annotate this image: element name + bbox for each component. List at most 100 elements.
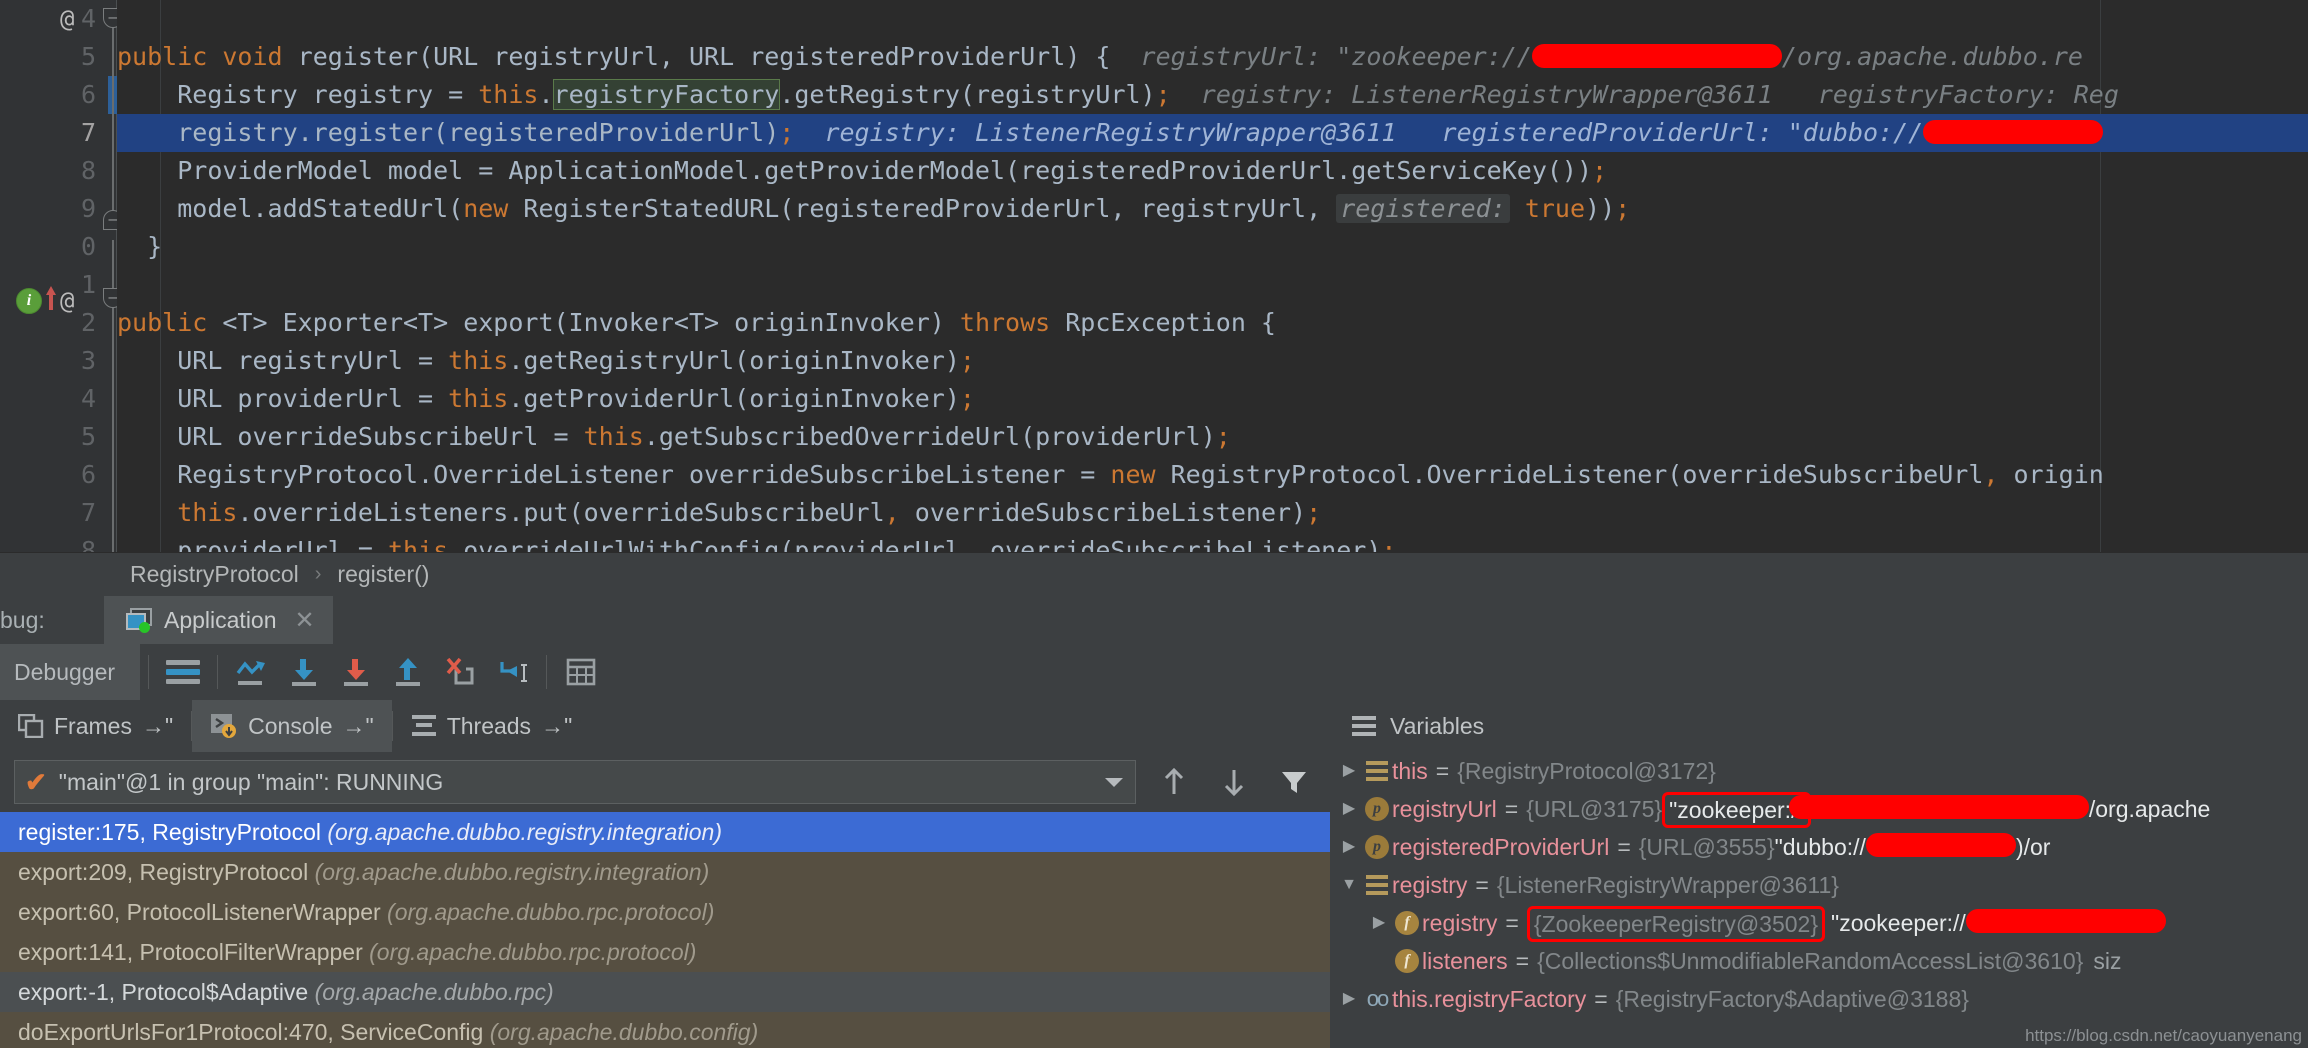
variable-type: {URL@3175}	[1526, 796, 1663, 822]
show-execution-point-icon[interactable]	[157, 644, 209, 700]
tab-threads[interactable]: Threads →"	[393, 700, 591, 752]
selected-identifier: registryFactory	[552, 79, 781, 110]
arrow-up-icon[interactable]	[1152, 760, 1196, 804]
frame-method: doExportUrlsFor1Protocol:470, ServiceCon…	[18, 1019, 484, 1045]
frame-package: (org.apache.dubbo.config)	[489, 1019, 759, 1045]
variable-name: registry	[1422, 910, 1498, 936]
expand-triangle-icon[interactable]: ▶	[1366, 904, 1392, 942]
pin-icon[interactable]: →"	[541, 713, 572, 740]
code-text-area[interactable]: public void register(URL registryUrl, UR…	[117, 0, 2308, 552]
frame-list-item[interactable]: export:141, ProtocolFilterWrapper (org.a…	[0, 932, 1330, 972]
line-number: 1	[80, 270, 96, 299]
variable-row[interactable]: ▼ registry = {ListenerRegistryWrapper@36…	[1330, 866, 2308, 904]
variable-value: "zookeeper://	[1831, 910, 1966, 936]
variable-row[interactable]: ▶ f registry = {ZookeeperRegistry@3502} …	[1330, 904, 2308, 942]
tab-application-label: Application	[164, 606, 277, 633]
code-line-5: public void register(URL registryUrl, UR…	[117, 42, 2083, 71]
variable-row[interactable]: ▶ this = {RegistryProtocol@3172}	[1330, 752, 2308, 790]
close-icon[interactable]: ✕	[295, 606, 315, 635]
arrow-down-icon[interactable]	[1212, 760, 1256, 804]
frame-method: register:175, RegistryProtocol	[18, 819, 321, 845]
collapse-triangle-icon[interactable]: ▼	[1336, 866, 1362, 904]
code-line-18: providerUrl = this.overrideUrlWithConfig…	[177, 536, 1397, 552]
fold-rail-method-register[interactable]	[112, 18, 114, 220]
frames-panel-header: Frames →" Console →" Threads →"	[0, 700, 1330, 752]
code-editor[interactable]: – – – @ @ i 4 5 6 7 8 9 0 1 2 3 4 5 6 7 …	[0, 0, 2308, 552]
tab-console[interactable]: Console →"	[192, 700, 392, 752]
frames-list[interactable]: register:175, RegistryProtocol (org.apac…	[0, 812, 1330, 1048]
tab-frames[interactable]: Frames →"	[0, 700, 191, 752]
step-out-icon[interactable]	[382, 644, 434, 700]
property-icon: p	[1362, 835, 1392, 859]
evaluate-expression-icon[interactable]	[555, 644, 607, 700]
drop-frame-icon[interactable]	[434, 644, 486, 700]
code-line-8: ProviderModel model = ApplicationModel.g…	[177, 156, 1608, 185]
expand-triangle-icon[interactable]: ▶	[1336, 828, 1362, 866]
pin-icon[interactable]: →"	[142, 713, 173, 740]
filter-icon[interactable]	[1272, 760, 1316, 804]
code-line-17: this.overrideListeners.put(overrideSubsc…	[177, 498, 1322, 527]
field-icon: f	[1392, 949, 1422, 973]
variable-type: {RegistryProtocol@3172}	[1457, 758, 1716, 784]
field-group-icon	[1362, 875, 1392, 895]
breadcrumb-method[interactable]: register()	[337, 561, 429, 588]
variable-value-tail: /org.apache	[2088, 796, 2211, 822]
variables-icon	[1352, 716, 1376, 736]
run-to-cursor-icon[interactable]	[486, 644, 538, 700]
variable-type: {RegistryFactory$Adaptive@3188}	[1615, 986, 1969, 1012]
debugger-tab[interactable]: Debugger	[0, 644, 140, 700]
tab-frames-label: Frames	[54, 712, 132, 739]
code-line-13: URL registryUrl = this.getRegistryUrl(or…	[177, 346, 975, 375]
step-into-icon[interactable]	[278, 644, 330, 700]
frame-package: (org.apache.dubbo.rpc.protocol)	[369, 939, 697, 965]
frame-method: export:141, ProtocolFilterWrapper	[18, 939, 363, 965]
field-icon: f	[1392, 911, 1422, 935]
breadcrumb-class[interactable]: RegistryProtocol	[130, 561, 299, 588]
frame-method: export:-1, Protocol$Adaptive	[18, 979, 309, 1005]
variable-name: registry	[1392, 872, 1468, 898]
frame-list-item[interactable]: doExportUrlsFor1Protocol:470, ServiceCon…	[0, 1012, 1330, 1048]
line-number: 5	[80, 42, 96, 71]
line-number: 4	[80, 384, 96, 413]
variable-row[interactable]: ▶ oo this.registryFactory = {RegistryFac…	[1330, 980, 2308, 1018]
variable-value: "dubbo://	[1774, 834, 1866, 860]
fold-rail-method-export[interactable]	[112, 240, 114, 552]
pin-icon[interactable]: →"	[343, 713, 374, 740]
variables-tree[interactable]: ▶ this = {RegistryProtocol@3172} ▶ p reg…	[1330, 752, 2308, 1048]
frame-list-item[interactable]: register:175, RegistryProtocol (org.apac…	[0, 812, 1330, 852]
frame-list-item[interactable]: export:60, ProtocolListenerWrapper (org.…	[0, 892, 1330, 932]
line-number: 0	[80, 232, 96, 261]
expand-triangle-icon[interactable]: ▶	[1336, 790, 1362, 828]
line-number: 4	[80, 4, 96, 33]
frame-list-item[interactable]: export:209, RegistryProtocol (org.apache…	[0, 852, 1330, 892]
force-step-into-icon[interactable]	[330, 644, 382, 700]
thread-selector[interactable]: ✔ "main"@1 in group "main": RUNNING	[14, 760, 1136, 804]
frame-list-item[interactable]: export:-1, Protocol$Adaptive (org.apache…	[0, 972, 1330, 1012]
breadcrumb-separator-icon: ›	[314, 563, 322, 585]
debugger-toolbar: Debugger	[0, 644, 2308, 700]
frame-method: export:209, RegistryProtocol	[18, 859, 309, 885]
tab-application[interactable]: Application ✕	[104, 596, 333, 644]
frame-package: (org.apache.dubbo.registry.integration)	[327, 819, 722, 845]
expand-triangle-icon[interactable]: ▶	[1336, 752, 1362, 790]
line-number: 7	[80, 498, 96, 527]
line-number: 2	[80, 308, 96, 337]
variable-name: this.registryFactory	[1392, 986, 1587, 1012]
step-over-icon[interactable]	[226, 644, 278, 700]
chevron-down-icon[interactable]	[1105, 777, 1123, 787]
code-line-12: public <T> Exporter<T> export(Invoker<T>…	[117, 308, 1276, 337]
code-line-9: model.addStatedUrl(new RegisterStatedURL…	[177, 194, 1631, 223]
variable-value: "zookeeper://	[1669, 797, 1804, 823]
line-number: 5	[80, 422, 96, 451]
variables-title: Variables	[1390, 712, 1485, 739]
line-number: 8	[80, 536, 96, 552]
variable-row[interactable]: f listeners = {Collections$UnmodifiableR…	[1330, 942, 2308, 980]
variable-row[interactable]: ▶ p registeredProviderUrl = {URL@3555} "…	[1330, 828, 2308, 866]
variable-type: {URL@3555}	[1638, 834, 1775, 860]
variable-row[interactable]: ▶ p registryUrl = {URL@3175} "zookeeper:…	[1330, 790, 2308, 828]
variable-type: {ZookeeperRegistry@3502}	[1533, 911, 1819, 937]
expand-triangle-icon[interactable]: ▶	[1336, 980, 1362, 1018]
variable-name: registryUrl	[1392, 796, 1497, 822]
code-line-15: URL overrideSubscribeUrl = this.getSubsc…	[177, 422, 1231, 451]
variables-panel-header: Variables	[1330, 700, 2308, 752]
